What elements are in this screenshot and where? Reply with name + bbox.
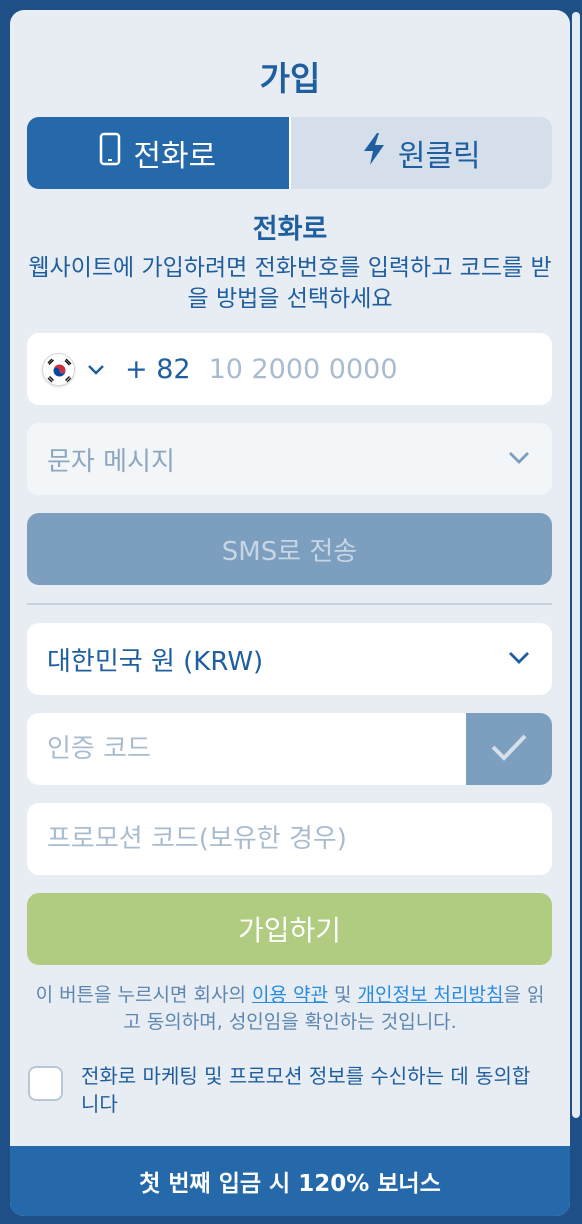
- registration-tabs: 전화로 원클릭: [27, 117, 552, 189]
- verification-code-field: [27, 713, 552, 785]
- tab-one-click[interactable]: 원클릭: [290, 117, 552, 189]
- currency-value: 대한민국 원 (KRW): [47, 646, 264, 677]
- marketing-consent-checkbox[interactable]: [28, 1066, 63, 1101]
- chevron-down-icon: [506, 644, 532, 674]
- scrollbar[interactable]: [572, 12, 580, 1118]
- delivery-method-select[interactable]: 문자 메시지: [27, 423, 552, 495]
- checkmark-icon: [489, 731, 529, 767]
- korea-flag-icon[interactable]: [42, 352, 75, 386]
- send-sms-button[interactable]: SMS로 전송: [27, 513, 552, 585]
- promo-code-field: [27, 803, 552, 875]
- delivery-method-value: 문자 메시지: [47, 446, 175, 477]
- privacy-policy-link[interactable]: 개인정보 처리방침: [358, 984, 504, 1006]
- currency-select[interactable]: 대한민국 원 (KRW): [27, 623, 552, 695]
- phone-field: + 82: [27, 333, 552, 405]
- tab-one-click-label: 원클릭: [397, 139, 481, 174]
- modal-title: 가입: [259, 59, 321, 98]
- marketing-consent: 전화로 마케팅 및 프로모션 정보를 수신하는 데 동의합니다: [28, 1062, 548, 1118]
- marketing-consent-label: 전화로 마케팅 및 프로모션 정보를 수신하는 데 동의합니다: [81, 1064, 531, 1116]
- terms-notice: 이 버튼을 누르시면 회사의 이용 약관 및 개인정보 처리방침을 읽고 동의하…: [28, 982, 552, 1036]
- verification-code-input[interactable]: [47, 734, 466, 764]
- chevron-down-icon: [506, 444, 532, 474]
- confirm-code-button[interactable]: [466, 713, 552, 785]
- section-divider: [27, 603, 552, 605]
- country-chevron-down-icon[interactable]: [85, 358, 107, 380]
- promo-code-input[interactable]: [47, 824, 552, 854]
- lightning-icon: [362, 133, 386, 173]
- registration-modal: 가입 전화로 원클릭 전화로 웹사이트에 가입하려면 전화번호를 입력하고 코드…: [10, 10, 570, 1216]
- bonus-banner: 첫 번째 입금 시 120% 보너스: [10, 1146, 570, 1216]
- tab-by-phone[interactable]: 전화로: [27, 117, 289, 189]
- terms-and: 및: [327, 984, 358, 1006]
- phone-icon: [99, 132, 121, 174]
- phone-input[interactable]: [208, 353, 509, 385]
- register-button[interactable]: 가입하기: [27, 893, 552, 965]
- instructions-text: 웹사이트에 가입하려면 전화번호를 입력하고 코드를 받을 방법을 선택하세요: [28, 255, 552, 312]
- section-title: 전화로: [252, 214, 328, 245]
- terms-prefix: 이 버튼을 누르시면 회사의: [35, 984, 253, 1006]
- scrollbar-thumb[interactable]: [572, 12, 580, 1118]
- tab-by-phone-label: 전화로: [133, 139, 217, 174]
- terms-of-use-link[interactable]: 이용 약관: [252, 984, 328, 1006]
- phone-prefix: + 82: [125, 353, 191, 385]
